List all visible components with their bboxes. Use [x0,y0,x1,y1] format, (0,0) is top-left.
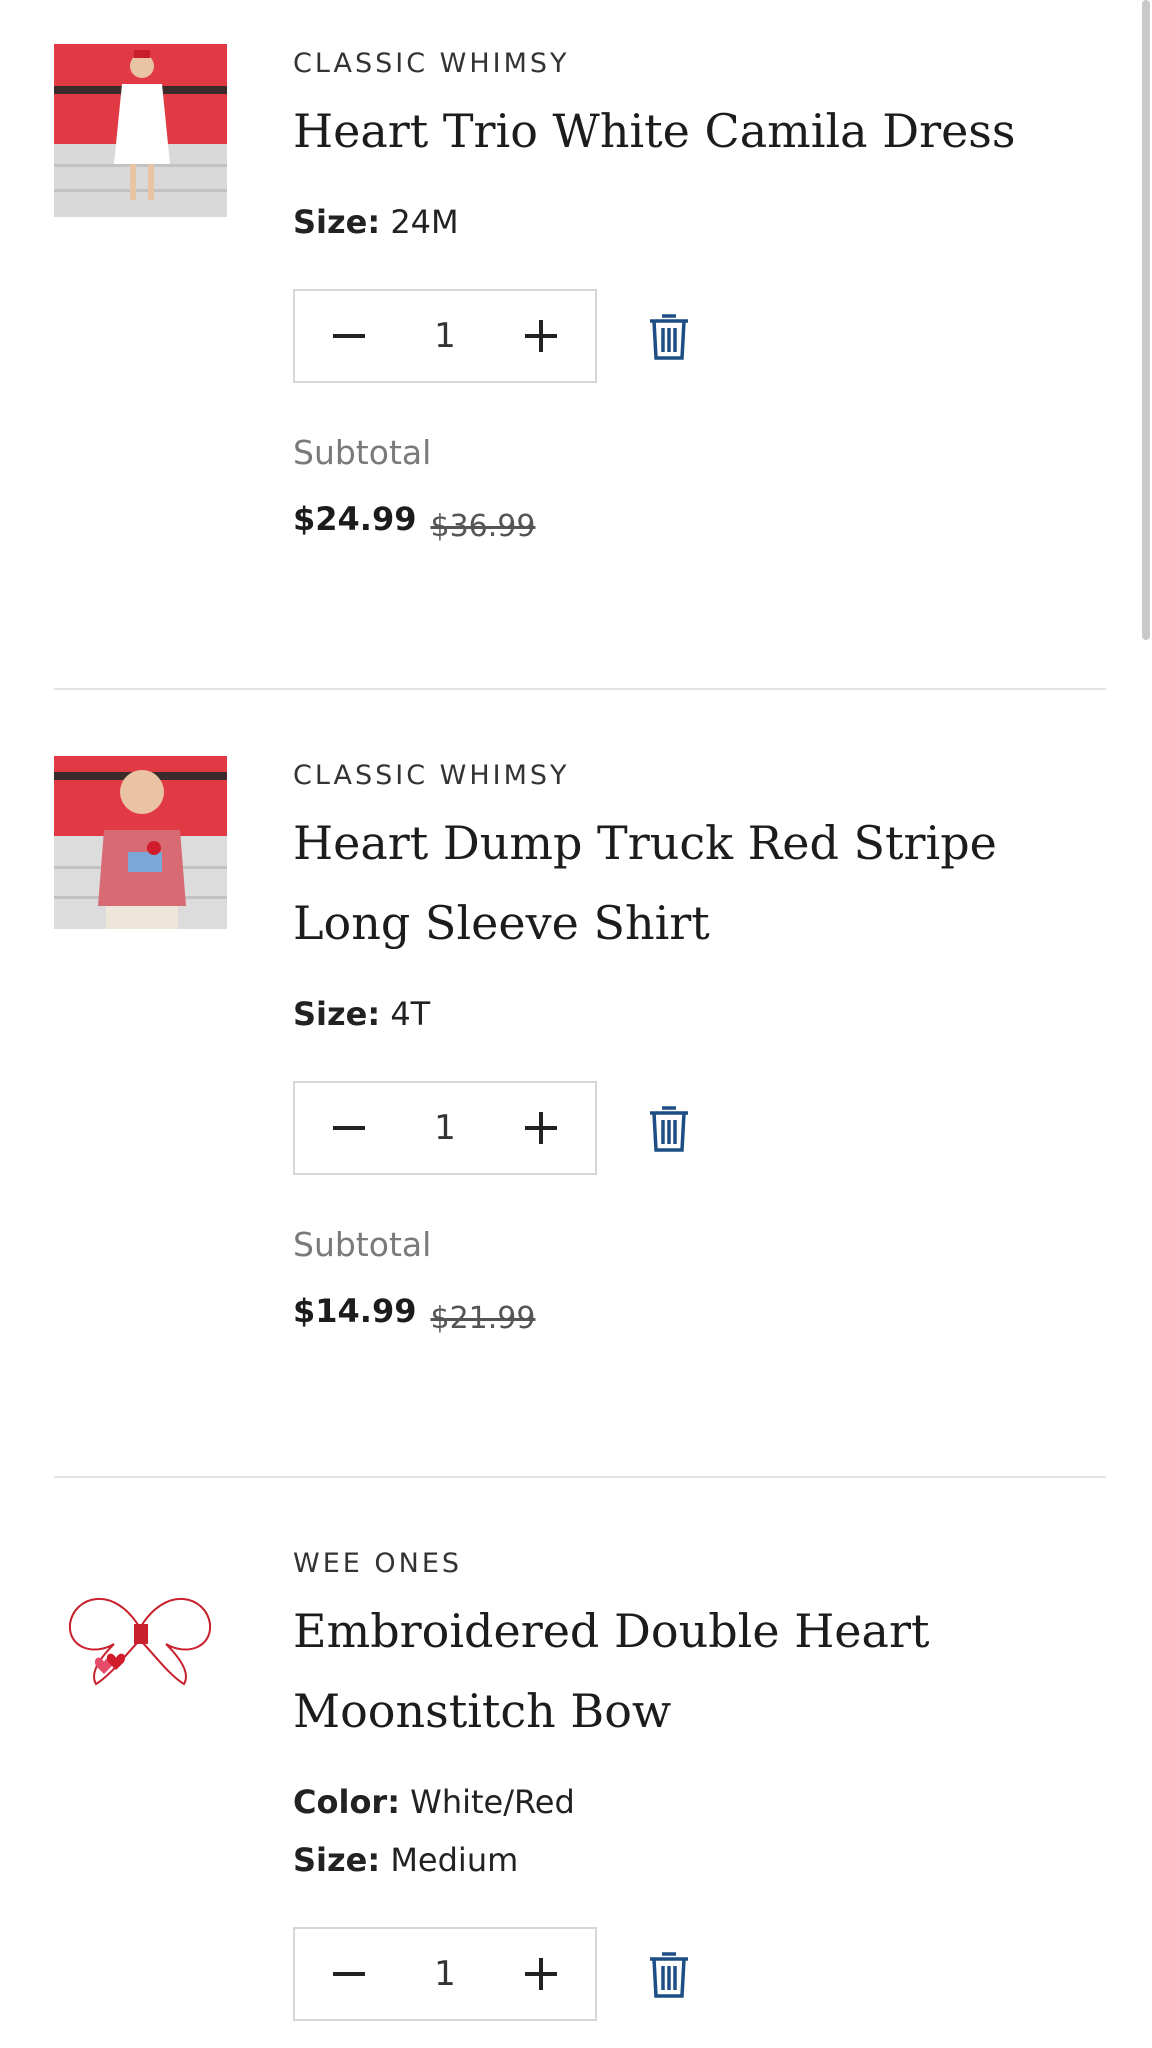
quantity-row: 1 [293,1927,1106,2021]
item-brand: CLASSIC WHIMSY [293,48,570,79]
option-label: Color: [293,1783,400,1821]
product-image[interactable] [54,44,227,217]
trash-icon[interactable] [647,311,691,361]
item-title[interactable]: Embroidered Double Heart Moonstitch Bow [293,1591,1106,1751]
item-title[interactable]: Heart Trio White Camila Dress [293,91,1106,171]
item-brand: CLASSIC WHIMSY [293,760,570,791]
item-title[interactable]: Heart Dump Truck Red Stripe Long Sleeve … [293,803,1106,963]
price-row: $14.99 $21.99 [293,1292,1106,1336]
trash-icon[interactable] [647,1103,691,1153]
quantity-row: 1 [293,1081,1106,1175]
option-label: Size: [293,1841,381,1879]
quantity-row: 1 [293,289,1106,383]
subtotal-label: Subtotal [293,433,432,472]
option-value: White/Red [410,1783,575,1821]
item-options: Size: 4T [293,985,1106,1043]
sale-price: $14.99 [293,1292,417,1330]
option-value: 24M [390,203,459,241]
option-label: Size: [293,203,381,241]
compare-price: $36.99 [430,509,536,544]
item-brand: WEE ONES [293,1548,463,1579]
option-label: Size: [293,995,381,1033]
price-row: $24.99 $36.99 [293,500,1106,544]
product-image[interactable] [54,756,227,929]
item-options: Color: White/Red Size: Medium [293,1773,1106,1889]
quantity-stepper[interactable]: 1 [293,289,597,383]
divider [54,1476,1106,1478]
quantity-value[interactable]: 1 [434,316,456,356]
item-options: Size: 24M [293,193,1106,251]
quantity-value[interactable]: 1 [434,1108,456,1148]
plus-icon[interactable] [523,1956,559,1992]
sale-price: $24.99 [293,500,417,538]
item-option-size: Size: 4T [293,985,1106,1043]
minus-icon[interactable] [331,1956,367,1992]
product-image[interactable] [54,1544,227,1717]
subtotal-label: Subtotal [293,1225,432,1264]
scrollbar[interactable] [1142,0,1150,640]
minus-icon[interactable] [331,318,367,354]
quantity-value[interactable]: 1 [434,1954,456,1994]
item-option-color: Color: White/Red [293,1773,1106,1831]
compare-price: $21.99 [430,1301,536,1336]
plus-icon[interactable] [523,318,559,354]
quantity-stepper[interactable]: 1 [293,1927,597,2021]
plus-icon[interactable] [523,1110,559,1146]
item-info: CLASSIC WHIMSY Heart Dump Truck Red Stri… [293,756,1106,1336]
divider [54,688,1106,690]
trash-icon[interactable] [647,1949,691,1999]
minus-icon[interactable] [331,1110,367,1146]
item-option-size: Size: 24M [293,193,1106,251]
item-info: WEE ONES Embroidered Double Heart Moonst… [293,1544,1106,2021]
quantity-stepper[interactable]: 1 [293,1081,597,1175]
option-value: 4T [390,995,431,1033]
option-value: Medium [390,1841,519,1879]
item-option-size: Size: Medium [293,1831,1106,1889]
item-info: CLASSIC WHIMSY Heart Trio White Camila D… [293,44,1106,544]
